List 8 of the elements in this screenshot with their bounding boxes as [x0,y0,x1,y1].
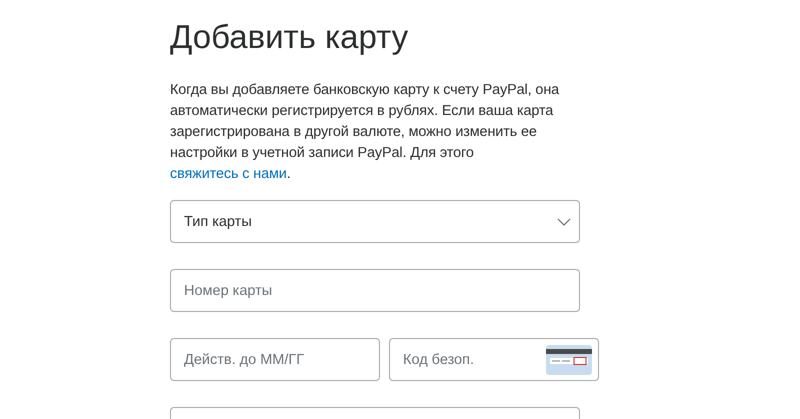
contact-link[interactable]: свяжитесь с нами [170,166,287,182]
card-back-icon [546,345,592,375]
input-field[interactable]: Номер карты [170,269,580,312]
input-field[interactable]: Действ. до ММ/ГГ [170,338,380,381]
intro-paragraph: Когда вы добавляете банковскую карту к счету PayPal, она автоматически регистрируется в рублях. Если ваша карта зарегистрирована в другой валюте, можно изменить ее настройки в учетной записи PayPal. Для этого свяжитесь с нами. [170,81,560,184]
chevron-down-icon [557,218,571,226]
page-title: Добавить карту [170,17,408,57]
card-type-dropdown[interactable]: Тип карты [170,200,580,243]
